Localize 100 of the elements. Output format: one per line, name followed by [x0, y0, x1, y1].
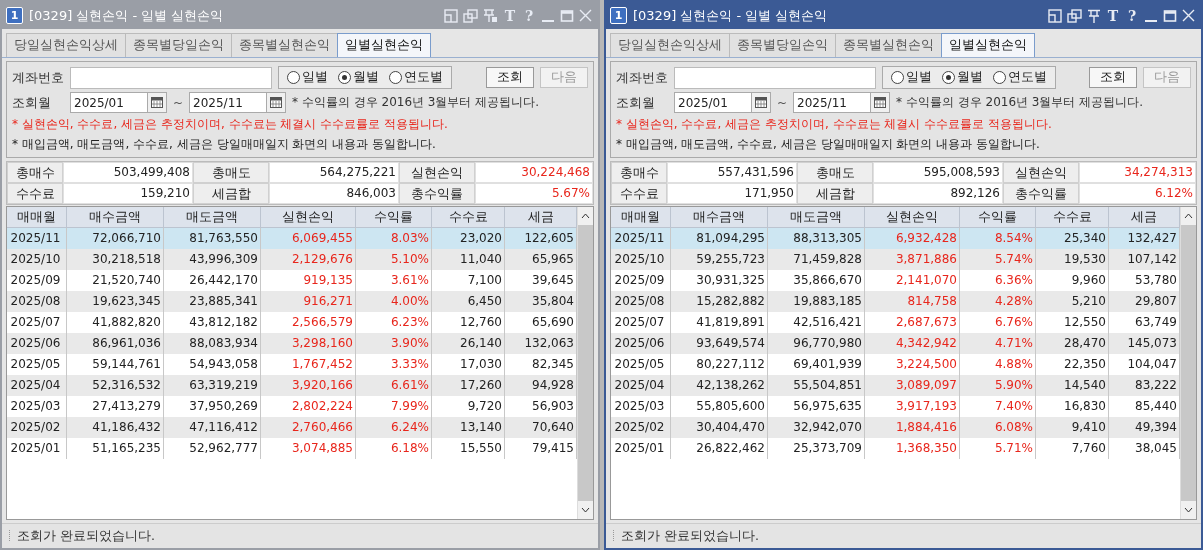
- radio-option[interactable]: 연도별: [993, 69, 1047, 86]
- table-cell: 42,138,262: [671, 375, 768, 396]
- tab[interactable]: 종목별당일손익: [729, 33, 836, 57]
- table-cell: 3,298,160: [261, 333, 356, 354]
- summary-label: 세금합: [797, 183, 873, 204]
- column-header[interactable]: 매수금액: [67, 207, 164, 228]
- radio-button[interactable]: [891, 71, 904, 84]
- tab[interactable]: 당일실현손익상세: [6, 33, 126, 57]
- date-field[interactable]: 2025/01: [674, 92, 771, 113]
- column-header[interactable]: 실현손익: [865, 207, 960, 228]
- calendar-icon: [270, 97, 283, 108]
- column-header[interactable]: 매매월: [7, 207, 67, 228]
- scroll-up-icon[interactable]: [581, 213, 590, 219]
- column-header[interactable]: 수익률: [960, 207, 1036, 228]
- tab[interactable]: 당일실현손익상세: [610, 33, 730, 57]
- radio-option[interactable]: 월별: [942, 69, 983, 86]
- table-cell: 6.24%: [356, 417, 432, 438]
- radio-option[interactable]: 일별: [287, 69, 328, 86]
- summary-value: 34,274,313: [1079, 162, 1196, 183]
- table-cell: 29,807: [1109, 291, 1180, 312]
- scroll-down-icon[interactable]: [1184, 507, 1193, 513]
- column-header[interactable]: 수익률: [356, 207, 432, 228]
- table-cell: 5.74%: [960, 249, 1036, 270]
- query-button[interactable]: 조회: [1089, 67, 1137, 88]
- calendar-icon: [874, 97, 887, 108]
- account-field[interactable]: [70, 66, 272, 89]
- radio-button[interactable]: [287, 71, 300, 84]
- table-cell: 32,942,070: [768, 417, 865, 438]
- maximize-icon[interactable]: [1163, 8, 1177, 23]
- radio-button[interactable]: [338, 71, 351, 84]
- summary-label: 수수료: [7, 183, 63, 204]
- account-field[interactable]: [674, 66, 876, 89]
- status-text: 조회가 완료되었습니다.: [621, 527, 759, 545]
- close-icon[interactable]: [1182, 9, 1195, 22]
- tab[interactable]: 종목별실현손익: [231, 33, 338, 57]
- column-header[interactable]: 세금: [1109, 207, 1180, 228]
- table-cell: 49,394: [1109, 417, 1180, 438]
- summary-value: 557,431,596: [667, 162, 797, 183]
- radio-option[interactable]: 연도별: [389, 69, 443, 86]
- column-header[interactable]: 실현손익: [261, 207, 356, 228]
- radio-button[interactable]: [389, 71, 402, 84]
- summary-label: 총매수: [611, 162, 667, 183]
- table-cell: 6.08%: [960, 417, 1036, 438]
- tab[interactable]: 종목별당일손익: [125, 33, 232, 57]
- tab[interactable]: 종목별실현손익: [835, 33, 942, 57]
- tab[interactable]: 일별실현손익: [941, 33, 1035, 57]
- column-header[interactable]: 세금: [505, 207, 577, 228]
- table-cell: 35,804: [505, 291, 577, 312]
- table-cell: 19,530: [1036, 249, 1109, 270]
- tool-button[interactable]: T: [1106, 7, 1120, 24]
- column-header[interactable]: 매도금액: [768, 207, 865, 228]
- tool-button[interactable]: ?: [1125, 7, 1139, 24]
- field-label: 계좌번호: [12, 68, 64, 87]
- table-cell: 4.28%: [960, 291, 1036, 312]
- radio-option[interactable]: 월별: [338, 69, 379, 86]
- summary-value: 892,126: [873, 183, 1003, 204]
- summary-label: 총수익률: [1003, 183, 1079, 204]
- scroll-down-icon[interactable]: [581, 507, 590, 513]
- scroll-up-icon[interactable]: [1184, 213, 1193, 219]
- table-cell: 55,504,851: [768, 375, 865, 396]
- scrollbar[interactable]: [577, 207, 593, 519]
- column-header[interactable]: 매매월: [611, 207, 671, 228]
- tab[interactable]: 일별실현손익: [337, 33, 431, 57]
- table-cell: 23,885,341: [164, 291, 261, 312]
- table-cell: 2025/06: [611, 333, 671, 354]
- date-field[interactable]: 2025/11: [793, 92, 891, 113]
- table-cell: 72,066,710: [67, 228, 164, 249]
- date-field[interactable]: 2025/11: [189, 92, 287, 113]
- table-cell: 3.90%: [356, 333, 432, 354]
- table-cell: 2,760,466: [261, 417, 356, 438]
- radio-option[interactable]: 일별: [891, 69, 932, 86]
- layout-icon[interactable]: [1048, 8, 1062, 23]
- table-cell: 6.61%: [356, 375, 432, 396]
- table-cell: 5,210: [1036, 291, 1109, 312]
- field-label: 계좌번호: [616, 68, 668, 87]
- calendar-icon: [755, 97, 767, 108]
- radio-button[interactable]: [942, 71, 955, 84]
- table-cell: 3,920,166: [261, 375, 356, 396]
- table-cell: 2025/10: [7, 249, 67, 270]
- table-cell: 2025/02: [611, 417, 671, 438]
- table-cell: 52,316,532: [67, 375, 164, 396]
- table-cell: 2025/08: [611, 291, 671, 312]
- status-text: 조회가 완료되었습니다.: [17, 527, 155, 545]
- pin-icon[interactable]: [1087, 8, 1101, 23]
- table-cell: 13,140: [432, 417, 505, 438]
- scrollbar[interactable]: [1180, 207, 1196, 519]
- table-cell: 3,089,097: [865, 375, 960, 396]
- column-header[interactable]: 수수료: [1036, 207, 1109, 228]
- copy-icon[interactable]: [1067, 8, 1082, 23]
- radio-button[interactable]: [993, 71, 1006, 84]
- table-cell: 2025/11: [7, 228, 67, 249]
- table-cell: 2,129,676: [261, 249, 356, 270]
- query-button[interactable]: 조회: [486, 67, 534, 88]
- column-header[interactable]: 수수료: [432, 207, 505, 228]
- date-field[interactable]: 2025/01: [70, 92, 167, 113]
- column-header[interactable]: 매수금액: [671, 207, 768, 228]
- table-cell: 30,218,518: [67, 249, 164, 270]
- column-header[interactable]: 매도금액: [164, 207, 261, 228]
- summary-value: 30,224,468: [475, 162, 593, 183]
- table-cell: 2025/06: [7, 333, 67, 354]
